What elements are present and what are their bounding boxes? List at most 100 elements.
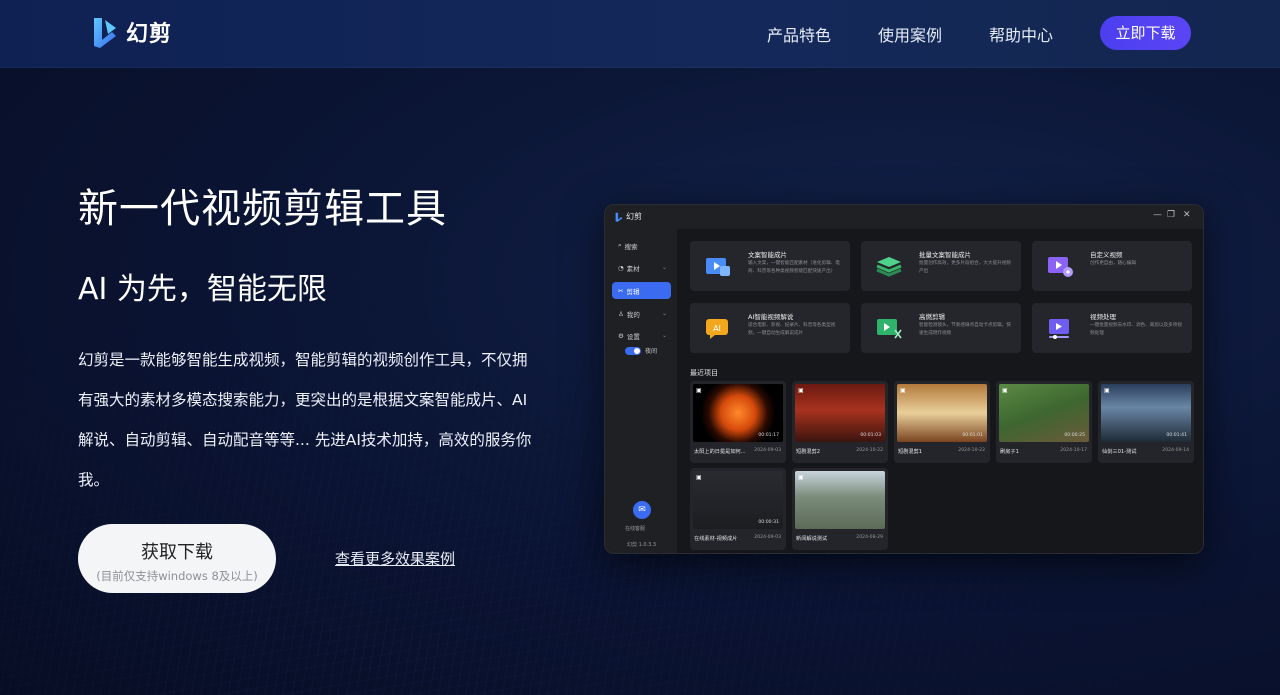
app-title: 幻剪 — [626, 212, 642, 221]
chevron-down-icon: ⌄ — [661, 264, 667, 271]
folder-icon: ▣ — [900, 387, 906, 394]
sidebar-item-edit[interactable]: ✂ 剪辑 — [612, 282, 671, 299]
folder-icon: ▣ — [696, 474, 702, 481]
video-process-icon — [1049, 319, 1069, 339]
recent-project-card[interactable]: ▣ 00:01:41 仙剑三01-测试 2024-09-14 — [1098, 381, 1194, 463]
folder-icon: ▣ — [1002, 387, 1008, 394]
material-icon: ◔ — [618, 263, 624, 272]
toggle-switch[interactable] — [625, 346, 641, 355]
project-date: 2024-10-22 — [856, 448, 883, 453]
project-thumbnail — [795, 471, 885, 529]
online-service-label[interactable]: 在线客服 — [625, 525, 645, 532]
toggle-label: 夜间 — [645, 348, 658, 355]
project-name: 短剧混剪2 — [796, 449, 821, 455]
nav-link-help[interactable]: 帮助中心 — [989, 22, 1053, 46]
card-title: 文案智能成片 — [748, 251, 787, 259]
hero-subtitle: AI 为先，智能无限 — [78, 272, 327, 307]
project-name: 仙剑三01-测试 — [1102, 449, 1137, 455]
sidebar-item-label: 剪辑 — [626, 287, 640, 296]
video-add-icon — [1048, 257, 1073, 277]
project-duration: 00:01:03 — [860, 433, 881, 438]
feature-card-video-process[interactable]: 视频处理 一键批量视频去水印、调色、裁剪以及多项视频处理 — [1032, 303, 1192, 353]
project-duration: 00:01:17 — [758, 433, 779, 438]
video-cut-icon — [877, 319, 902, 339]
chat-icon[interactable]: ✉ — [633, 501, 651, 519]
hero-description: 幻剪是一款能够智能生成视频，智能剪辑的视频创作工具，不仅拥有强大的素材多模态搜索… — [78, 351, 532, 489]
folder-icon: ▣ — [798, 474, 804, 481]
download-button-note: (目前仅支持windows 8及以上) — [96, 569, 258, 583]
video-play-icon — [706, 258, 730, 276]
feature-card-batch-copy[interactable]: 批量文案智能成片 批量创作高效，更多片段组合，大大提升视频产出 — [861, 241, 1021, 291]
project-name: 刷房子1 — [1000, 449, 1019, 455]
recent-project-card[interactable]: ▣ 00:01:17 太阳上的日冕是如何... 2024-09-03 — [690, 381, 786, 463]
sidebar-item-mine[interactable]: ♙ 我的 ⌄ — [612, 305, 671, 322]
project-duration: 00:00:31 — [758, 520, 779, 525]
feature-card-custom-video[interactable]: 自定义视频 创作更自由，随心编辑 — [1032, 241, 1192, 291]
card-desc: 输入文案，一键智能匹配素材（进化剪辑、电商、科普等各种类视频智能匹配快速产出） — [748, 261, 840, 274]
card-title: 自定义视频 — [1090, 251, 1123, 259]
project-name: 太阳上的日冕是如何... — [694, 449, 746, 455]
app-titlebar: 幻剪 — ❐ ✕ — [605, 205, 1203, 229]
card-title: AI智能视频解说 — [748, 313, 794, 321]
project-date: 2024-09-03 — [754, 448, 781, 453]
project-duration: 00:01:41 — [1166, 433, 1187, 438]
card-title: 高燃剪辑 — [919, 313, 945, 321]
folder-icon: ▣ — [798, 387, 804, 394]
close-icon[interactable]: ✕ — [1183, 210, 1191, 220]
feature-card-ai-narration[interactable]: AI AI智能视频解说 适合电影、影视、纪录片、科普等各类型视频，一键自动生成解… — [690, 303, 850, 353]
svg-text:AI: AI — [713, 324, 721, 333]
logo-icon — [94, 18, 116, 48]
project-date: 2024-08-29 — [856, 535, 883, 540]
ai-chat-icon: AI — [706, 319, 728, 339]
app-screenshot-window: 幻剪 — ❐ ✕ ⌕ 搜索 ◔ 素材 ⌄ ✂ 剪辑 ♙ 我的 ⌄ ⚙ 设置 ⌄ — [604, 204, 1204, 554]
app-logo-icon — [615, 212, 623, 222]
restore-icon[interactable]: ❐ — [1167, 210, 1175, 220]
user-icon: ♙ — [618, 309, 624, 318]
sidebar-item-material[interactable]: ◔ 素材 ⌄ — [612, 259, 671, 276]
project-duration: 00:01:01 — [962, 433, 983, 438]
scissors-icon: ✂ — [618, 286, 624, 295]
project-date: 2024-10-17 — [1060, 448, 1087, 453]
search-icon: ⌕ — [618, 241, 622, 249]
night-mode-toggle[interactable]: 夜间 — [625, 346, 657, 355]
project-date: 2024-10-22 — [958, 448, 985, 453]
recent-project-card[interactable]: ▣ 00:00:25 刷房子1 2024-10-17 — [996, 381, 1092, 463]
card-desc: 批量创作高效，更多片段组合，大大提升视频产出 — [919, 261, 1011, 274]
minimize-icon[interactable]: — — [1153, 210, 1162, 220]
download-now-button[interactable]: 立即下载 — [1100, 16, 1191, 50]
card-title: 视频处理 — [1090, 313, 1116, 321]
logo-text: 幻剪 — [126, 22, 173, 47]
more-cases-link[interactable]: 查看更多效果案例 — [335, 548, 455, 569]
project-name: 短剧混剪1 — [898, 449, 923, 455]
app-sidebar: ⌕ 搜索 ◔ 素材 ⌄ ✂ 剪辑 ♙ 我的 ⌄ ⚙ 设置 ⌄ 夜间 ✉ 在线客服… — [605, 229, 677, 553]
sidebar-item-settings[interactable]: ⚙ 设置 ⌄ — [612, 327, 671, 344]
sidebar-item-label: 我的 — [626, 310, 640, 319]
get-download-button[interactable]: 获取下载 (目前仅支持windows 8及以上) — [78, 524, 276, 593]
logo[interactable]: 幻剪 — [92, 16, 172, 48]
sidebar-item-search[interactable]: ⌕ 搜索 — [612, 237, 671, 254]
recent-project-card[interactable]: ▣ 00:00:31 在线素材-视频成片 2024-09-03 — [690, 468, 786, 550]
download-button-label: 获取下载 — [141, 542, 213, 563]
nav-link-cases[interactable]: 使用案例 — [878, 22, 942, 46]
chevron-down-icon: ⌄ — [661, 332, 667, 339]
card-title: 批量文案智能成片 — [919, 251, 971, 259]
card-desc: 智能检测镜头，节奏感踩点自动卡点剪辑，快速生成燃炸视频 — [919, 323, 1011, 336]
version-label: 幻剪 1.0.3.3 — [627, 542, 657, 548]
recent-project-card[interactable]: ▣ 新闻解说测试 2024-08-29 — [792, 468, 888, 550]
chevron-down-icon: ⌄ — [661, 310, 667, 317]
recent-project-card[interactable]: ▣ 00:01:01 短剧混剪1 2024-10-22 — [894, 381, 990, 463]
hero-title: 新一代视频剪辑工具 — [78, 186, 447, 232]
project-duration: 00:00:25 — [1064, 433, 1085, 438]
folder-icon: ▣ — [696, 387, 702, 394]
project-name: 在线素材-视频成片 — [694, 536, 738, 542]
folder-icon: ▣ — [1104, 387, 1110, 394]
feature-card-hype-edit[interactable]: 高燃剪辑 智能检测镜头，节奏感踩点自动卡点剪辑，快速生成燃炸视频 — [861, 303, 1021, 353]
nav-link-features[interactable]: 产品特色 — [767, 22, 831, 46]
sidebar-item-label: 素材 — [626, 264, 640, 273]
recent-project-card[interactable]: ▣ 00:01:03 短剧混剪2 2024-10-22 — [792, 381, 888, 463]
app-logo: 幻剪 — [615, 211, 642, 222]
recent-projects-title: 最近项目 — [690, 369, 718, 377]
card-desc: 创作更自由，随心编辑 — [1090, 261, 1136, 266]
feature-card-copy-to-video[interactable]: 文案智能成片 输入文案，一键智能匹配素材（进化剪辑、电商、科普等各种类视频智能匹… — [690, 241, 850, 291]
project-name: 新闻解说测试 — [796, 536, 828, 542]
